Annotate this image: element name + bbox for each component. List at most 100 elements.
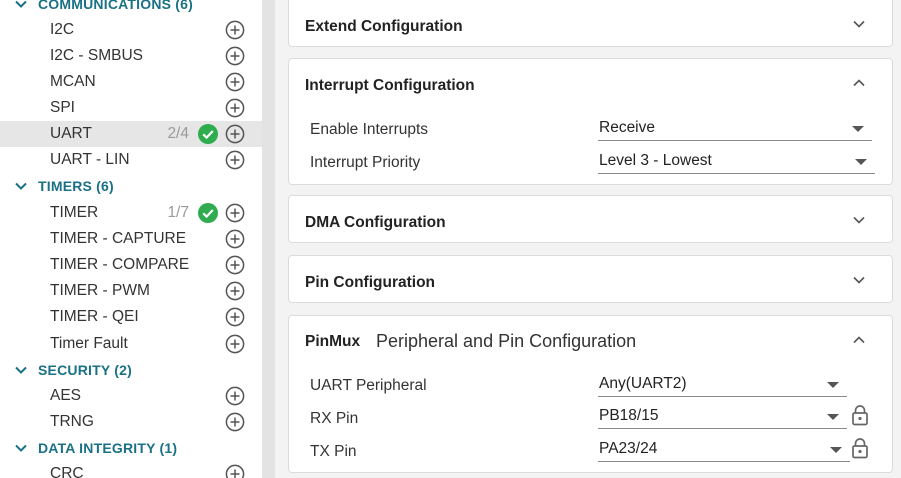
sidebar-item-label: TRNG bbox=[50, 413, 94, 430]
section-pin-configuration[interactable]: Pin Configuration bbox=[288, 255, 893, 303]
check-circle-icon bbox=[198, 203, 218, 223]
sidebar-item-timer-qei[interactable]: TIMER - QEI bbox=[0, 304, 262, 330]
sidebar-item-label: I2C - SMBUS bbox=[50, 47, 144, 64]
chevron-down-icon[interactable] bbox=[14, 441, 28, 455]
sidebar-item-uart-lin[interactable]: UART - LIN bbox=[0, 147, 262, 173]
chevron-down-icon[interactable] bbox=[852, 213, 866, 227]
category-communications[interactable]: COMMUNICATIONS (6) bbox=[0, 0, 262, 17]
sidebar-item-mcan[interactable]: MCAN bbox=[0, 69, 262, 95]
add-circle-icon[interactable] bbox=[225, 255, 245, 275]
config-panel: Extend Configuration Interrupt Configura… bbox=[275, 0, 901, 478]
rx-pin-label: RX Pin bbox=[310, 410, 359, 427]
sidebar-item-timer-fault[interactable]: Timer Fault bbox=[0, 331, 262, 357]
enable-interrupts-label: Enable Interrupts bbox=[310, 121, 429, 138]
chevron-down-icon[interactable] bbox=[14, 363, 28, 377]
sidebar-item-label: SPI bbox=[50, 99, 75, 116]
lock-icon[interactable] bbox=[851, 404, 869, 426]
sidebar-item-label: CRC bbox=[50, 465, 84, 478]
section-title: Extend Configuration bbox=[305, 18, 463, 35]
add-circle-icon[interactable] bbox=[225, 203, 245, 223]
section-pinmux: PinMux Peripheral and Pin Configuration … bbox=[288, 315, 893, 473]
add-circle-icon[interactable] bbox=[225, 334, 245, 354]
dropdown-caret-icon bbox=[827, 414, 839, 420]
dropdown-caret-icon bbox=[827, 382, 839, 388]
dropdown-caret-icon bbox=[852, 126, 864, 132]
sidebar-item-label: Timer Fault bbox=[50, 335, 128, 352]
chevron-down-icon[interactable] bbox=[852, 273, 866, 287]
add-circle-icon[interactable] bbox=[225, 150, 245, 170]
select-value: PB18/15 bbox=[599, 407, 659, 424]
rx-pin-select[interactable]: PB18/15 bbox=[598, 405, 847, 429]
dropdown-caret-icon bbox=[855, 159, 867, 165]
sidebar-item-label: MCAN bbox=[50, 73, 96, 90]
tx-pin-select[interactable]: PA23/24 bbox=[598, 438, 850, 462]
select-value: Level 3 - Lowest bbox=[599, 152, 712, 169]
add-circle-icon[interactable] bbox=[225, 464, 245, 478]
sidebar-item-label: TIMER - QEI bbox=[50, 308, 139, 325]
add-circle-icon[interactable] bbox=[225, 412, 245, 432]
lock-icon[interactable] bbox=[851, 437, 869, 459]
select-value: Any(UART2) bbox=[599, 375, 687, 392]
section-title: Pin Configuration bbox=[305, 274, 436, 291]
interrupt-priority-label: Interrupt Priority bbox=[310, 154, 421, 171]
add-circle-icon[interactable] bbox=[225, 281, 245, 301]
sidebar-item-label: TIMER bbox=[50, 204, 99, 221]
sidebar-item-label: UART - LIN bbox=[50, 151, 130, 168]
chevron-up-icon[interactable] bbox=[852, 76, 866, 90]
add-circle-icon[interactable] bbox=[225, 229, 245, 249]
sidebar-item-spi[interactable]: SPI bbox=[0, 95, 262, 121]
select-value: PA23/24 bbox=[599, 440, 658, 457]
sidebar-item-trng[interactable]: TRNG bbox=[0, 409, 262, 435]
sidebar-item-timer-capture[interactable]: TIMER - CAPTURE bbox=[0, 226, 262, 252]
sidebar-item-i2c[interactable]: I2C bbox=[0, 17, 262, 43]
add-circle-icon[interactable] bbox=[225, 386, 245, 406]
sidebar-item-timer-pwm[interactable]: TIMER - PWM bbox=[0, 278, 262, 304]
chevron-down-icon[interactable] bbox=[14, 179, 28, 193]
sidebar-item-uart[interactable]: UART 2/4 bbox=[0, 121, 262, 147]
sidebar-scrollbar[interactable] bbox=[262, 0, 275, 478]
category-data-integrity[interactable]: DATA INTEGRITY (1) bbox=[0, 435, 262, 461]
sidebar-item-aes[interactable]: AES bbox=[0, 383, 262, 409]
sidebar-item-timer-compare[interactable]: TIMER - COMPARE bbox=[0, 252, 262, 278]
instance-count: 2/4 bbox=[167, 125, 189, 142]
tx-pin-label: TX Pin bbox=[310, 443, 357, 460]
enable-interrupts-select[interactable]: Receive bbox=[598, 117, 872, 141]
uart-peripheral-label: UART Peripheral bbox=[310, 377, 427, 394]
sidebar-item-label: TIMER - CAPTURE bbox=[50, 230, 187, 247]
section-title: DMA Configuration bbox=[305, 214, 446, 231]
section-extend-configuration[interactable]: Extend Configuration bbox=[288, 0, 893, 47]
category-label: COMMUNICATIONS (6) bbox=[38, 0, 193, 12]
category-label: DATA INTEGRITY (1) bbox=[38, 440, 178, 456]
instance-count: 1/7 bbox=[167, 204, 189, 221]
section-title: PinMux bbox=[305, 333, 361, 350]
add-circle-icon[interactable] bbox=[225, 307, 245, 327]
sidebar-item-label: UART bbox=[50, 125, 92, 142]
category-timers[interactable]: TIMERS (6) bbox=[0, 173, 262, 199]
sidebar-item-label: TIMER - PWM bbox=[50, 282, 150, 299]
sidebar-item-label: AES bbox=[50, 387, 82, 404]
interrupt-priority-select[interactable]: Level 3 - Lowest bbox=[598, 150, 875, 174]
section-subtitle: Peripheral and Pin Configuration bbox=[376, 331, 637, 351]
sidebar-item-i2c-smbus[interactable]: I2C - SMBUS bbox=[0, 43, 262, 69]
add-circle-icon[interactable] bbox=[225, 72, 245, 92]
add-circle-icon[interactable] bbox=[225, 124, 245, 144]
add-circle-icon[interactable] bbox=[225, 46, 245, 66]
category-security[interactable]: SECURITY (2) bbox=[0, 357, 262, 383]
add-circle-icon[interactable] bbox=[225, 98, 245, 118]
sidebar-item-crc[interactable]: CRC bbox=[0, 461, 262, 478]
add-circle-icon[interactable] bbox=[225, 20, 245, 40]
uart-peripheral-select[interactable]: Any(UART2) bbox=[598, 373, 847, 397]
check-circle-icon bbox=[198, 124, 218, 144]
dropdown-caret-icon bbox=[830, 447, 842, 453]
sidebar: COMMUNICATIONS (6) I2C I2C - SMBUS MCAN … bbox=[0, 0, 262, 478]
chevron-up-icon[interactable] bbox=[852, 333, 866, 347]
select-value: Receive bbox=[599, 119, 655, 136]
sidebar-item-label: TIMER - COMPARE bbox=[50, 256, 190, 273]
chevron-down-icon[interactable] bbox=[852, 17, 866, 31]
sidebar-item-timer[interactable]: TIMER 1/7 bbox=[0, 200, 262, 226]
section-dma-configuration[interactable]: DMA Configuration bbox=[288, 195, 893, 243]
sidebar-item-label: I2C bbox=[50, 21, 75, 38]
category-label: SECURITY (2) bbox=[38, 362, 132, 378]
section-interrupt-configuration: Interrupt Configuration Enable Interrupt… bbox=[288, 58, 893, 185]
chevron-down-icon[interactable] bbox=[14, 0, 28, 11]
